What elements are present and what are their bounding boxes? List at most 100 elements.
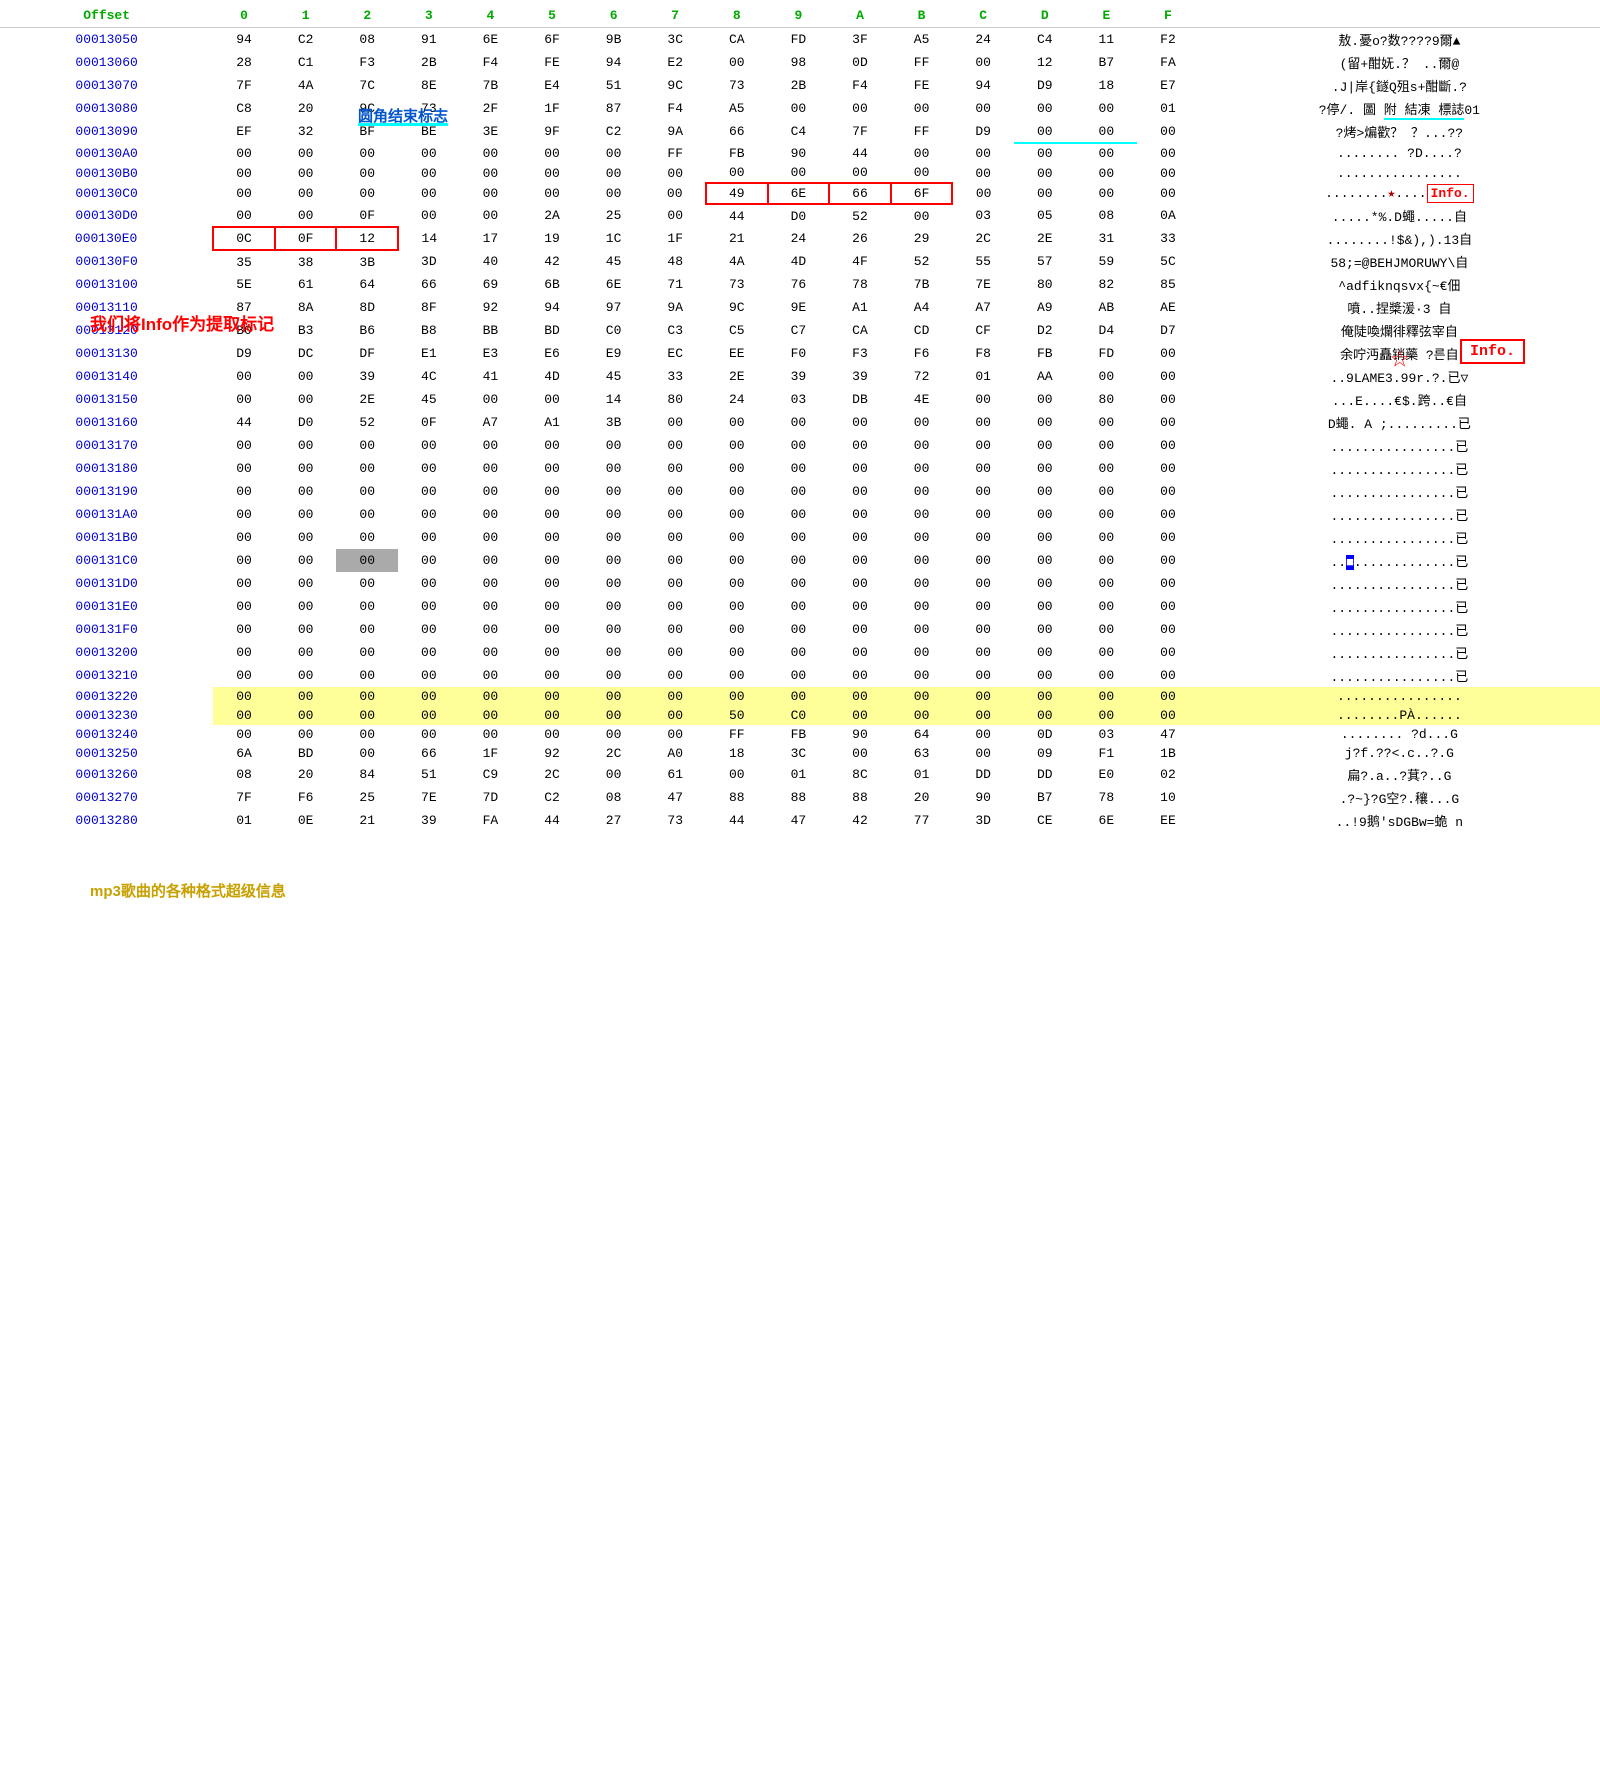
hex-cell: A5 xyxy=(706,97,768,120)
hex-cell: 98 xyxy=(768,51,830,74)
hex-cell: EE xyxy=(1137,809,1199,832)
hex-cell: 00 xyxy=(398,706,460,725)
hex-cell: 00 xyxy=(583,595,645,618)
hex-cell: 00 xyxy=(706,480,768,503)
offset-cell: 00013110 xyxy=(0,296,213,319)
hex-cell: 44 xyxy=(706,809,768,832)
hex-cell: 00 xyxy=(398,457,460,480)
hex-cell: 00 xyxy=(829,549,891,572)
hex-cell: 00 xyxy=(1076,480,1138,503)
offset-cell: 00013140 xyxy=(0,365,213,388)
hex-cell: 00 xyxy=(275,664,337,687)
hex-cell: 44 xyxy=(213,411,275,434)
hex-cell: 00 xyxy=(768,526,830,549)
hex-cell: C5 xyxy=(706,319,768,342)
hex-cell: 0F xyxy=(336,204,398,227)
hex-cell: 00 xyxy=(952,388,1014,411)
hex-cell: CD xyxy=(891,319,953,342)
hex-cell: 00 xyxy=(521,503,583,526)
hex-cell: B8 xyxy=(398,319,460,342)
hex-cell: 42 xyxy=(521,250,583,273)
col-header-offset: Offset xyxy=(0,4,213,28)
hex-cell: 00 xyxy=(1076,457,1138,480)
offset-cell: 000131E0 xyxy=(0,595,213,618)
hex-cell: 00 xyxy=(1014,706,1076,725)
hex-cell: 2B xyxy=(398,51,460,74)
hex-cell: 94 xyxy=(583,51,645,74)
hex-cell: 00 xyxy=(583,480,645,503)
hex-cell: 00 xyxy=(1076,365,1138,388)
hex-cell: 10 xyxy=(1137,786,1199,809)
hex-cell: 6F xyxy=(521,28,583,52)
hex-cell: 00 xyxy=(1014,480,1076,503)
hex-cell: 00 xyxy=(275,572,337,595)
hex-cell: 00 xyxy=(706,641,768,664)
hex-cell: 00 xyxy=(460,434,522,457)
table-row: 0001320000000000000000000000000000000000… xyxy=(0,641,1600,664)
hex-cell: 00 xyxy=(706,163,768,183)
hex-cell: 00 xyxy=(1137,526,1199,549)
hex-cell: 08 xyxy=(1076,204,1138,227)
ascii-cell: 扁?.a..?萁?..G xyxy=(1199,763,1600,786)
table-row: 000131F000000000000000000000000000000000… xyxy=(0,618,1600,641)
hex-cell: 00 xyxy=(1014,97,1076,120)
hex-cell: 00 xyxy=(768,664,830,687)
hex-cell: 00 xyxy=(336,457,398,480)
hex-cell: 00 xyxy=(398,725,460,744)
hex-cell: FE xyxy=(521,51,583,74)
hex-cell: 80 xyxy=(644,388,706,411)
hex-cell: 90 xyxy=(952,786,1014,809)
hex-cell: 48 xyxy=(644,250,706,273)
ascii-cell: ........ ?D....? xyxy=(1199,143,1600,163)
hex-cell: 00 xyxy=(336,572,398,595)
hex-cell: 00 xyxy=(1137,388,1199,411)
hex-cell: C2 xyxy=(275,28,337,52)
hex-cell: 82 xyxy=(1076,273,1138,296)
ascii-cell: ................已 xyxy=(1199,434,1600,457)
hex-cell: 00 xyxy=(213,687,275,706)
hex-cell: 17 xyxy=(460,227,522,250)
hex-cell: FF xyxy=(891,51,953,74)
hex-cell: 76 xyxy=(768,273,830,296)
hex-cell: 3C xyxy=(644,28,706,52)
hex-cell: 00 xyxy=(644,706,706,725)
table-row: 0001317000000000000000000000000000000000… xyxy=(0,434,1600,457)
hex-cell: 00 xyxy=(1076,595,1138,618)
hex-cell: 01 xyxy=(768,763,830,786)
offset-cell: 000131A0 xyxy=(0,503,213,526)
hex-cell: 00 xyxy=(336,706,398,725)
ascii-cell: ................已 xyxy=(1199,572,1600,595)
hex-cell: 00 xyxy=(213,365,275,388)
hex-cell: 00 xyxy=(1014,641,1076,664)
hex-cell: FB xyxy=(768,725,830,744)
hex-cell: 00 xyxy=(952,549,1014,572)
offset-cell: 000131C0 xyxy=(0,549,213,572)
hex-cell: AA xyxy=(1014,365,1076,388)
hex-cell: 1C xyxy=(583,227,645,250)
hex-cell: C4 xyxy=(768,120,830,143)
hex-cell: 00 xyxy=(952,51,1014,74)
hex-cell: 00 xyxy=(644,641,706,664)
ascii-cell: ?烤>煸歡？ ？...?? xyxy=(1199,120,1600,143)
hex-cell: 14 xyxy=(398,227,460,250)
offset-cell: 000131F0 xyxy=(0,618,213,641)
hex-cell: 00 xyxy=(336,725,398,744)
col-header-8: 8 xyxy=(706,4,768,28)
hex-cell: 40 xyxy=(460,250,522,273)
hex-cell: B0 xyxy=(213,319,275,342)
table-row: 0001326008208451C92C006100018C01DDDDE002… xyxy=(0,763,1600,786)
hex-cell: 00 xyxy=(952,572,1014,595)
hex-cell: 21 xyxy=(706,227,768,250)
hex-cell: 00 xyxy=(1076,120,1138,143)
hex-cell: D9 xyxy=(1014,74,1076,97)
col-header-1: 1 xyxy=(275,4,337,28)
hex-cell: C3 xyxy=(644,319,706,342)
hex-cell: 00 xyxy=(583,434,645,457)
hex-cell: 00 xyxy=(768,503,830,526)
hex-cell: 66 xyxy=(398,744,460,763)
yellow-annotation-mp3: mp3歌曲的各种格式超级信息 xyxy=(90,880,286,901)
hex-cell: 2B xyxy=(768,74,830,97)
ascii-cell: j?f.??<.c..?.G xyxy=(1199,744,1600,763)
offset-cell: 00013100 xyxy=(0,273,213,296)
hex-cell: 90 xyxy=(829,725,891,744)
